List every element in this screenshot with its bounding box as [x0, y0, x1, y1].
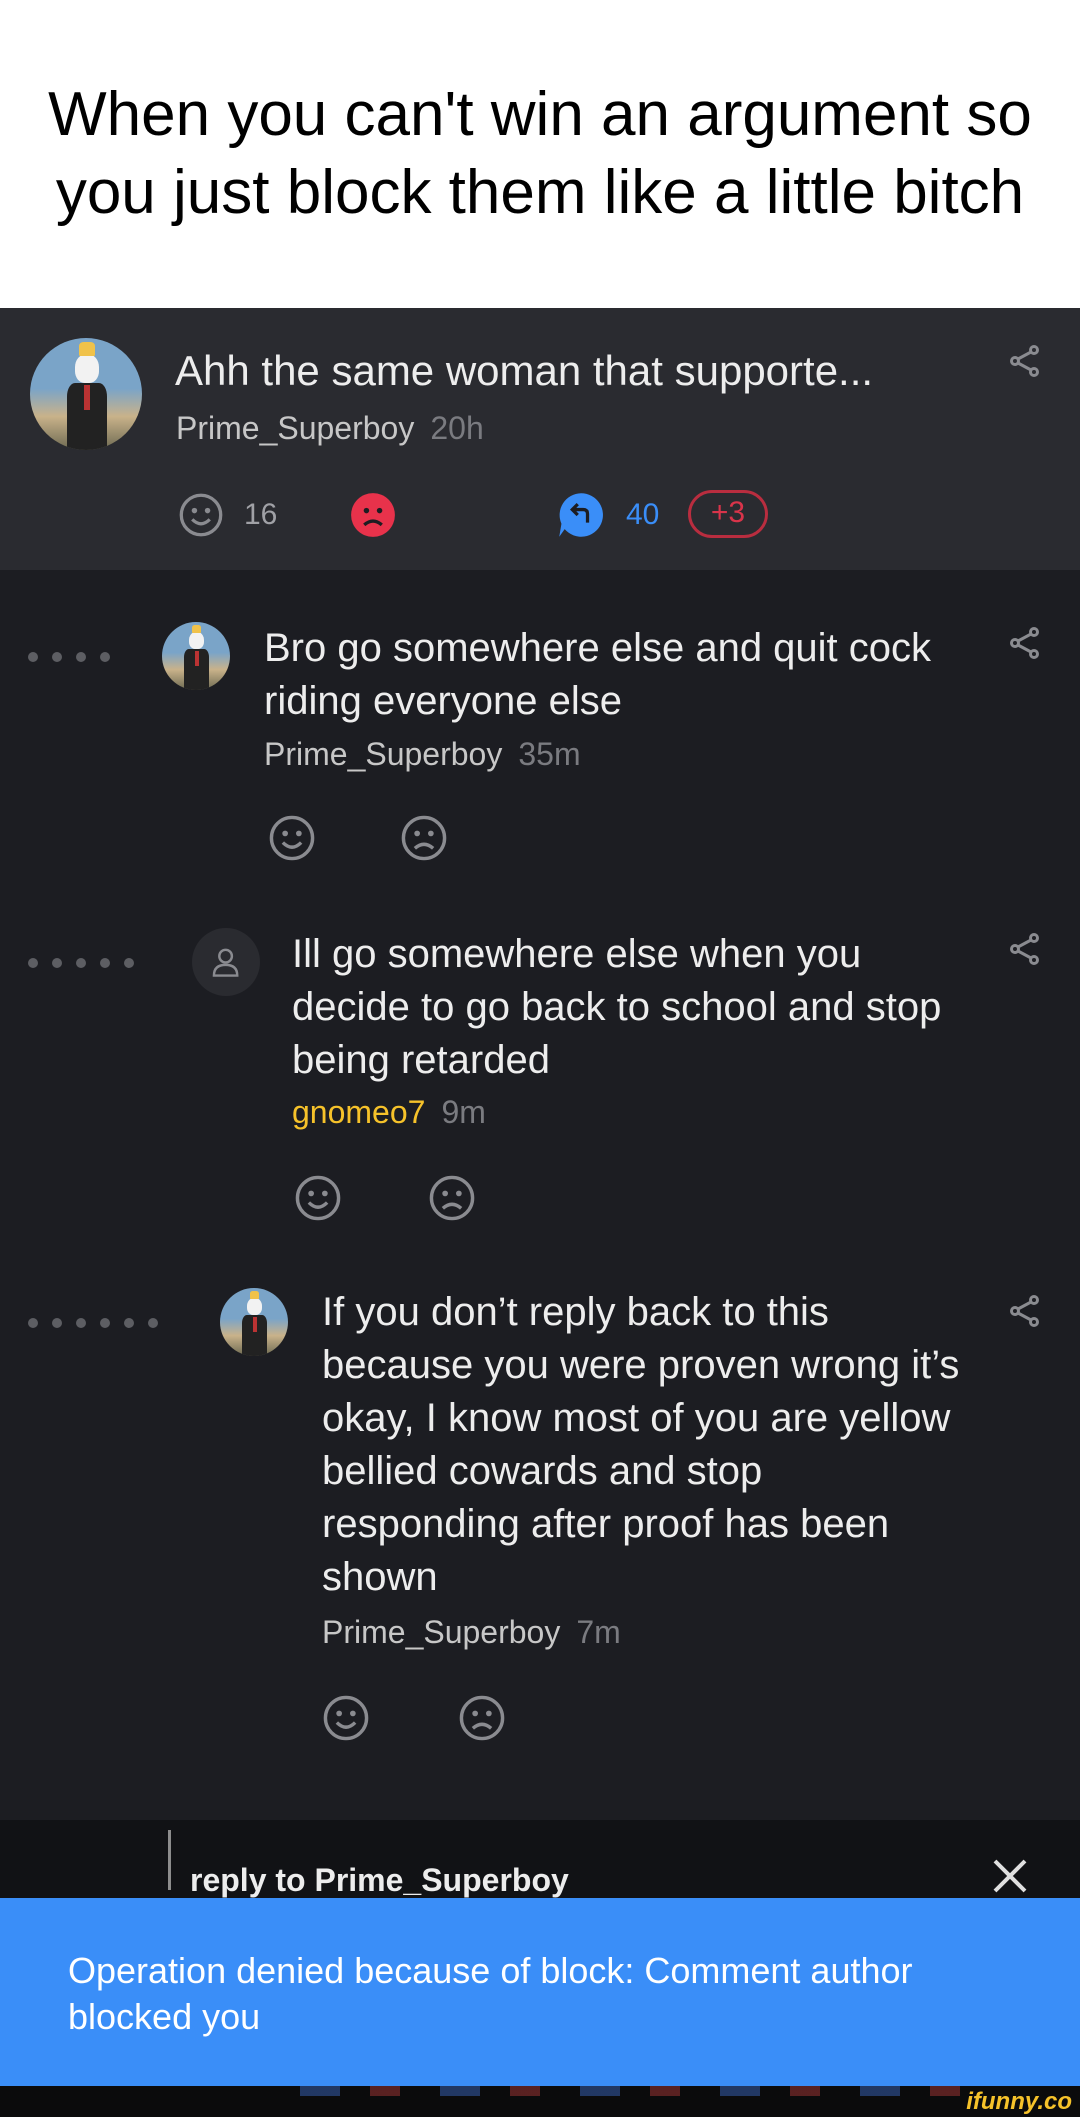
share-icon[interactable]	[1008, 932, 1042, 966]
share-icon[interactable]	[1008, 344, 1042, 378]
comment-text: Bro go somewhere else and quit cock ridi…	[264, 626, 932, 723]
comment-author[interactable]: Prime_Superboy	[264, 736, 502, 772]
thread-depth-indicator	[28, 652, 110, 662]
smile-count: 16	[244, 498, 278, 531]
share-icon[interactable]	[1008, 626, 1042, 660]
comment-meta: Prime_Superboy 35m	[264, 736, 581, 773]
avatar[interactable]	[220, 1288, 288, 1356]
footer-strip: ifunny.co	[0, 2086, 1080, 2117]
reply-composer[interactable]: reply to Prime_Superboy	[0, 1820, 1080, 1898]
avatar[interactable]	[192, 928, 260, 996]
unsmile-icon[interactable]	[400, 814, 448, 862]
comment-meta: Prime_Superboy 20h	[176, 410, 484, 447]
smile-icon[interactable]	[322, 1694, 370, 1742]
smile-icon[interactable]	[268, 814, 316, 862]
reply-thread: Bro go somewhere else and quit cock ridi…	[0, 570, 1080, 1820]
meme-caption: When you can't win an argument so you ju…	[0, 0, 1080, 308]
parent-comment-text: Ahh the same woman that supporte...	[175, 347, 874, 394]
comment-meta: Prime_Superboy 7m	[322, 1614, 621, 1651]
toast-message: Operation denied because of block: Comme…	[68, 1950, 913, 2037]
parent-comment[interactable]: Ahh the same woman that supporte... Prim…	[0, 308, 1080, 570]
new-replies-badge[interactable]: +3	[688, 490, 768, 538]
comment-time: 20h	[430, 410, 484, 446]
watermark: ifunny.co	[966, 2088, 1072, 2115]
reply-count: 40	[626, 498, 660, 531]
text-cursor	[168, 1830, 171, 1890]
close-icon[interactable]	[990, 1856, 1030, 1896]
footer-decoration	[300, 2086, 1000, 2096]
error-toast: Operation denied because of block: Comme…	[0, 1898, 1080, 2086]
comment-text: Ill go somewhere else when you decide to…	[292, 932, 942, 1082]
reply-icon[interactable]	[556, 490, 606, 540]
smile-icon[interactable]	[178, 492, 224, 538]
comment-author[interactable]: Prime_Superboy	[322, 1614, 560, 1650]
comment-author[interactable]: Prime_Superboy	[176, 410, 414, 446]
smile-icon[interactable]	[294, 1174, 342, 1222]
unsmile-icon[interactable]	[428, 1174, 476, 1222]
comment-text: If you don’t reply back to this because …	[322, 1290, 960, 1599]
comment-time: 7m	[576, 1614, 621, 1650]
thread-depth-indicator	[28, 958, 134, 968]
thread-depth-indicator	[28, 1318, 158, 1328]
comment-time: 35m	[518, 736, 581, 772]
comment-time: 9m	[441, 1094, 486, 1130]
avatar[interactable]	[162, 622, 230, 690]
unsmile-icon[interactable]	[458, 1694, 506, 1742]
user-icon	[213, 948, 239, 977]
comment-meta: gnomeo7 9m	[292, 1094, 486, 1131]
share-icon[interactable]	[1008, 1294, 1042, 1328]
unsmile-icon[interactable]	[350, 492, 396, 538]
reply-to-label: reply to Prime_Superboy	[190, 1862, 569, 1898]
comment-author[interactable]: gnomeo7	[292, 1094, 425, 1130]
avatar[interactable]	[30, 338, 142, 450]
